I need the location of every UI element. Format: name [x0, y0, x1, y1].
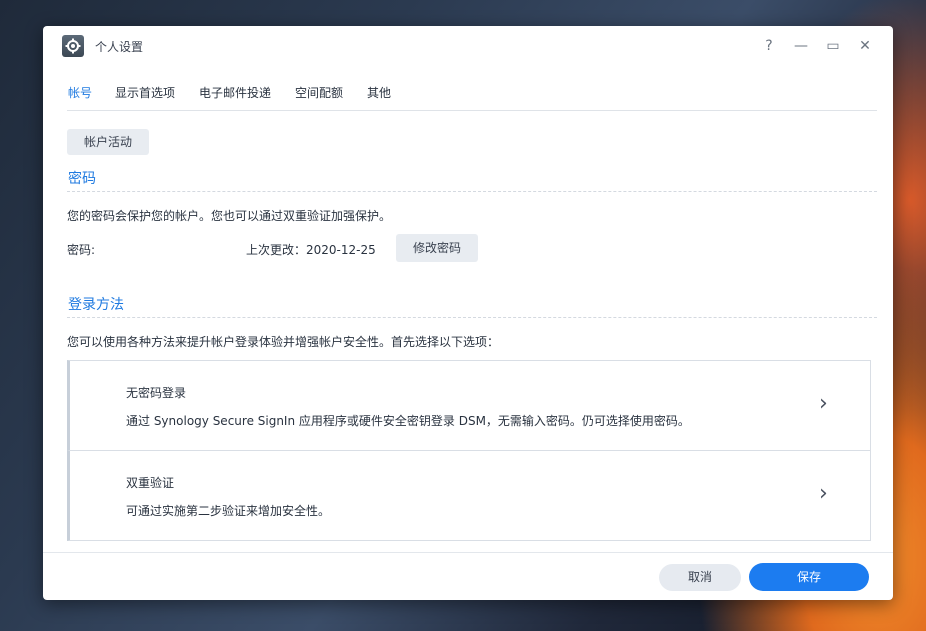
option-description: 可通过实施第二步验证来增加安全性。: [126, 504, 331, 518]
two-factor-auth-option[interactable]: 双重验证 可通过实施第二步验证来增加安全性。 ›: [67, 450, 871, 541]
save-button[interactable]: 保存: [749, 563, 869, 591]
section-divider: [67, 317, 877, 318]
tab-account[interactable]: 帐号: [68, 84, 92, 101]
section-divider: [67, 191, 877, 192]
help-icon[interactable]: ?: [759, 36, 779, 56]
tab-email-delivery[interactable]: 电子邮件投递: [199, 84, 271, 101]
tab-display-preferences[interactable]: 显示首选项: [115, 84, 175, 101]
personal-settings-dialog: 个人设置 ? — ▭ ✕ 帐号 显示首选项 电子邮件投递 空间配额 其他 帐户活…: [43, 26, 893, 600]
passwordless-login-option[interactable]: 无密码登录 通过 Synology Secure SignIn 应用程序或硬件安…: [67, 360, 871, 451]
option-title: 双重验证: [126, 476, 175, 490]
window-title: 个人设置: [95, 40, 144, 54]
tab-quota[interactable]: 空间配额: [295, 84, 343, 101]
password-label: 密码:: [67, 243, 96, 257]
password-description: 您的密码会保护您的帐户。您也可以通过双重验证加强保护。: [67, 209, 392, 223]
password-section-title: 密码: [68, 171, 96, 187]
chevron-right-icon[interactable]: ›: [819, 483, 828, 505]
password-last-changed: 上次更改：2020-12-25: [246, 243, 376, 257]
tab-others[interactable]: 其他: [367, 84, 391, 101]
option-description: 通过 Synology Secure SignIn 应用程序或硬件安全密钥登录 …: [126, 414, 690, 428]
minimize-icon[interactable]: —: [791, 36, 811, 56]
tab-bar: 帐号 显示首选项 电子邮件投递 空间配额 其他: [67, 66, 877, 111]
option-title: 无密码登录: [126, 386, 187, 400]
dialog-footer: 取消 保存: [43, 552, 893, 600]
change-password-button[interactable]: 修改密码: [396, 234, 478, 262]
login-methods-section-title: 登录方法: [68, 297, 124, 313]
maximize-icon[interactable]: ▭: [823, 36, 843, 56]
account-activity-button[interactable]: 帐户活动: [67, 129, 149, 155]
settings-app-icon: [62, 35, 84, 57]
login-methods-description: 您可以使用各种方法来提升帐户登录体验并增强帐户安全性。首先选择以下选项：: [67, 335, 500, 349]
title-bar[interactable]: 个人设置 ? — ▭ ✕: [43, 26, 893, 66]
close-icon[interactable]: ✕: [855, 36, 875, 56]
cancel-button[interactable]: 取消: [659, 564, 741, 591]
chevron-right-icon[interactable]: ›: [819, 393, 828, 415]
